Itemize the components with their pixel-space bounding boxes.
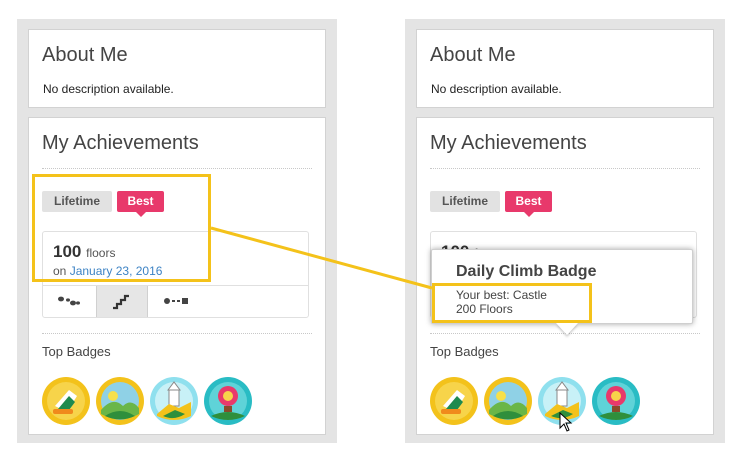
- highlight-connector-line: [210, 226, 433, 290]
- comparison-stage: About Me No description available. My Ac…: [0, 0, 743, 452]
- cursor-icon: [559, 412, 573, 432]
